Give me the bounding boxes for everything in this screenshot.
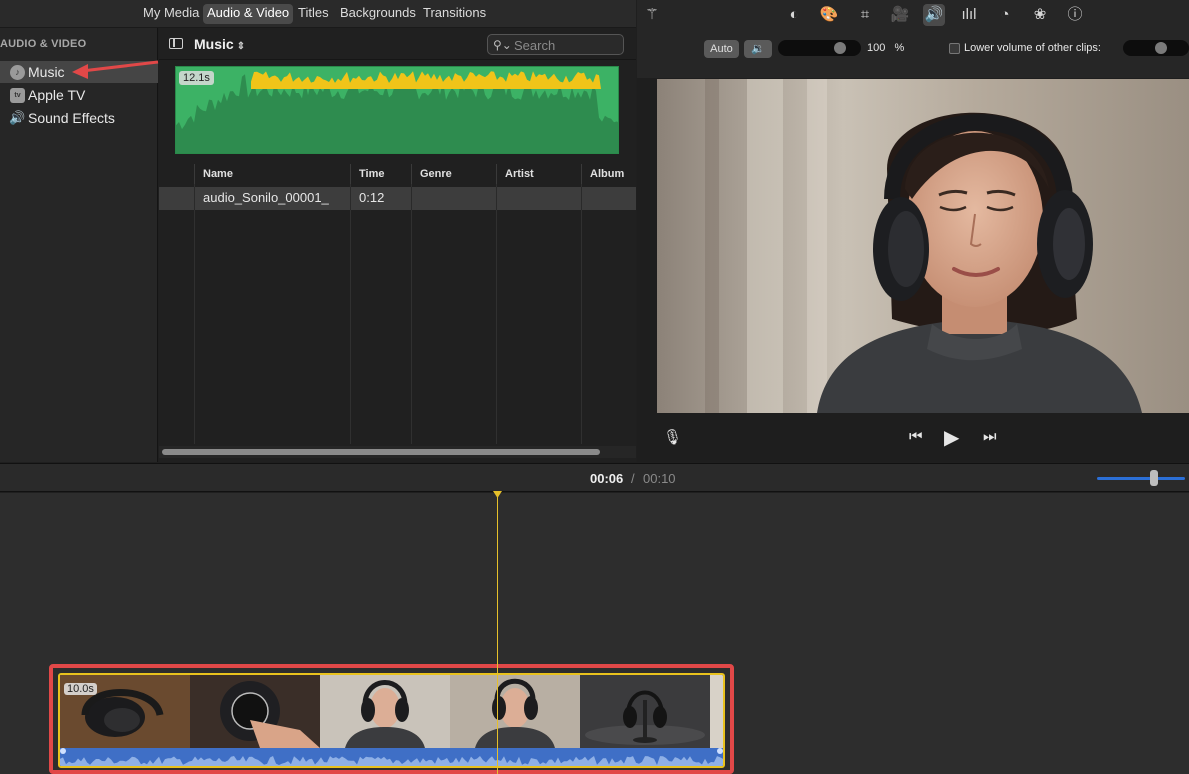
music-table: Name Time Genre Artist Album audio_Sonil… <box>159 164 636 444</box>
clip-thumbnail <box>710 675 723 748</box>
column-header-name[interactable]: Name <box>194 164 351 184</box>
lower-volume-slider[interactable] <box>1123 40 1189 56</box>
skip-forward-icon[interactable]: ⏭ <box>983 428 997 445</box>
media-tab-bar: My Media Audio & Video Titles Background… <box>0 0 636 28</box>
search-input[interactable] <box>514 37 619 53</box>
sidebar-item-label: Sound Effects <box>28 110 115 126</box>
lower-volume-checkbox[interactable] <box>949 43 960 54</box>
sidebar-item-label: Apple TV <box>28 87 86 103</box>
color-balance-icon[interactable]: ◐ <box>783 4 805 26</box>
tab-audio-video[interactable]: Audio & Video <box>203 4 294 24</box>
table-row[interactable]: audio_Sonilo_00001_ 0:12 <box>159 187 636 210</box>
sidebar: AUDIO & VIDEO ♪ Music tv Apple TV 🔊 Soun… <box>0 28 159 462</box>
video-clip[interactable]: 10.0s <box>58 673 725 768</box>
sidebar-item-label: Music <box>28 64 65 80</box>
speaker-icon: 🔊 <box>9 110 26 125</box>
annotation-arrow <box>72 60 159 79</box>
clip-thumbnail <box>450 675 580 748</box>
speed-icon[interactable]: ◔ <box>994 4 1016 26</box>
volume-slider[interactable] <box>778 40 861 56</box>
volume-unit: % <box>894 42 905 54</box>
sidebar-item-sound-effects[interactable]: 🔊 Sound Effects <box>0 107 158 129</box>
skip-back-icon[interactable]: ⏮ <box>909 428 923 445</box>
tab-backgrounds[interactable]: Backgrounds <box>336 4 420 24</box>
speaker-icon: 🔉 <box>751 43 765 55</box>
filter-icon[interactable]: ❀ <box>1029 4 1051 26</box>
sidebar-item-apple-tv[interactable]: tv Apple TV <box>0 84 158 106</box>
clip-thumbnail <box>580 675 710 748</box>
volume-readout: 100 % <box>867 42 904 54</box>
source-label: Music <box>194 36 234 52</box>
cell-album <box>581 187 636 210</box>
cell-genre <box>411 187 497 210</box>
sidebar-heading: AUDIO & VIDEO <box>0 38 87 50</box>
microphone-icon[interactable]: 🎙 <box>663 428 682 446</box>
lower-volume-slider-knob[interactable] <box>1155 42 1167 54</box>
timeline-zoom-slider[interactable] <box>1097 477 1185 480</box>
playhead-handle[interactable] <box>493 491 502 499</box>
clip-thumbnail <box>320 675 450 748</box>
volume-icon[interactable]: 🔊 <box>923 4 945 26</box>
column-header-time[interactable]: Time <box>350 164 412 184</box>
current-timecode: 00:06 <box>590 471 624 486</box>
equalizer-icon[interactable]: ılıl <box>958 4 980 26</box>
cell-artist <box>496 187 582 210</box>
auto-button[interactable]: Auto <box>704 40 739 58</box>
volume-value: 100 <box>867 42 886 54</box>
apple-tv-icon: tv <box>10 88 25 103</box>
preview-frame-image <box>657 79 1189 413</box>
volume-slider-knob[interactable] <box>834 42 846 54</box>
color-palette-icon[interactable]: 🎨 <box>818 4 840 26</box>
column-header-album[interactable]: Album <box>581 164 636 184</box>
timeline-zoom-knob[interactable] <box>1150 470 1159 486</box>
sidebar-toggle-icon[interactable] <box>169 38 183 49</box>
column-header-genre[interactable]: Genre <box>411 164 497 184</box>
timeline-header: 00:06 / 00:10 <box>0 463 1189 492</box>
search-field[interactable]: ⚲⌄ <box>487 34 624 55</box>
tab-transitions[interactable]: Transitions <box>419 4 490 24</box>
crop-icon[interactable]: ⌗ <box>854 4 876 26</box>
mute-button[interactable]: 🔉 <box>744 40 772 58</box>
search-icon: ⚲⌄ <box>493 38 512 52</box>
stabilization-icon[interactable]: 🎥 <box>889 4 911 26</box>
info-icon[interactable]: ⓘ <box>1064 4 1086 26</box>
music-note-icon: ♪ <box>10 65 25 80</box>
horizontal-scrollbar[interactable] <box>162 449 600 455</box>
clip-duration-badge: 10.0s <box>64 683 97 695</box>
waveform-graphic <box>176 71 618 153</box>
audio-preview-waveform[interactable]: 12.1s <box>175 66 619 154</box>
magic-wand-icon[interactable]: ⚚ <box>641 4 663 26</box>
cell-time: 0:12 <box>350 187 412 210</box>
library-panel: Music⇕ ⚲⌄ 12.1s Name Time Genre Artist A… <box>159 28 636 462</box>
preview-duration-badge: 12.1s <box>179 71 214 85</box>
video-preview <box>657 79 1189 413</box>
timecode-separator: / <box>631 471 635 486</box>
library-header: Music ⇕ ⚲⌄ <box>159 28 636 60</box>
tab-my-media[interactable]: My Media <box>139 4 203 24</box>
column-header-artist[interactable]: Artist <box>496 164 582 184</box>
chevron-updown-icon: ⇕ <box>236 41 246 52</box>
total-timecode: 00:10 <box>643 471 676 486</box>
lower-volume-label: Lower volume of other clips: <box>964 42 1101 54</box>
tab-titles[interactable]: Titles <box>294 4 333 24</box>
play-icon[interactable]: ▶ <box>944 425 959 450</box>
source-dropdown[interactable]: Music ⇕ <box>194 36 245 52</box>
clip-thumbnail <box>190 675 320 748</box>
cell-name: audio_Sonilo_00001_ <box>194 187 351 210</box>
playhead[interactable] <box>497 493 498 774</box>
clip-audio-waveform[interactable] <box>60 748 723 766</box>
playback-controls: 🎙 ⏮ ▶ ⏭ <box>637 414 1189 462</box>
adjustments-toolbar: ⚚ ◐ 🎨 ⌗ 🎥 🔊 ılıl ◔ ❀ ⓘ Auto 🔉 100 % Lowe… <box>637 0 1189 78</box>
